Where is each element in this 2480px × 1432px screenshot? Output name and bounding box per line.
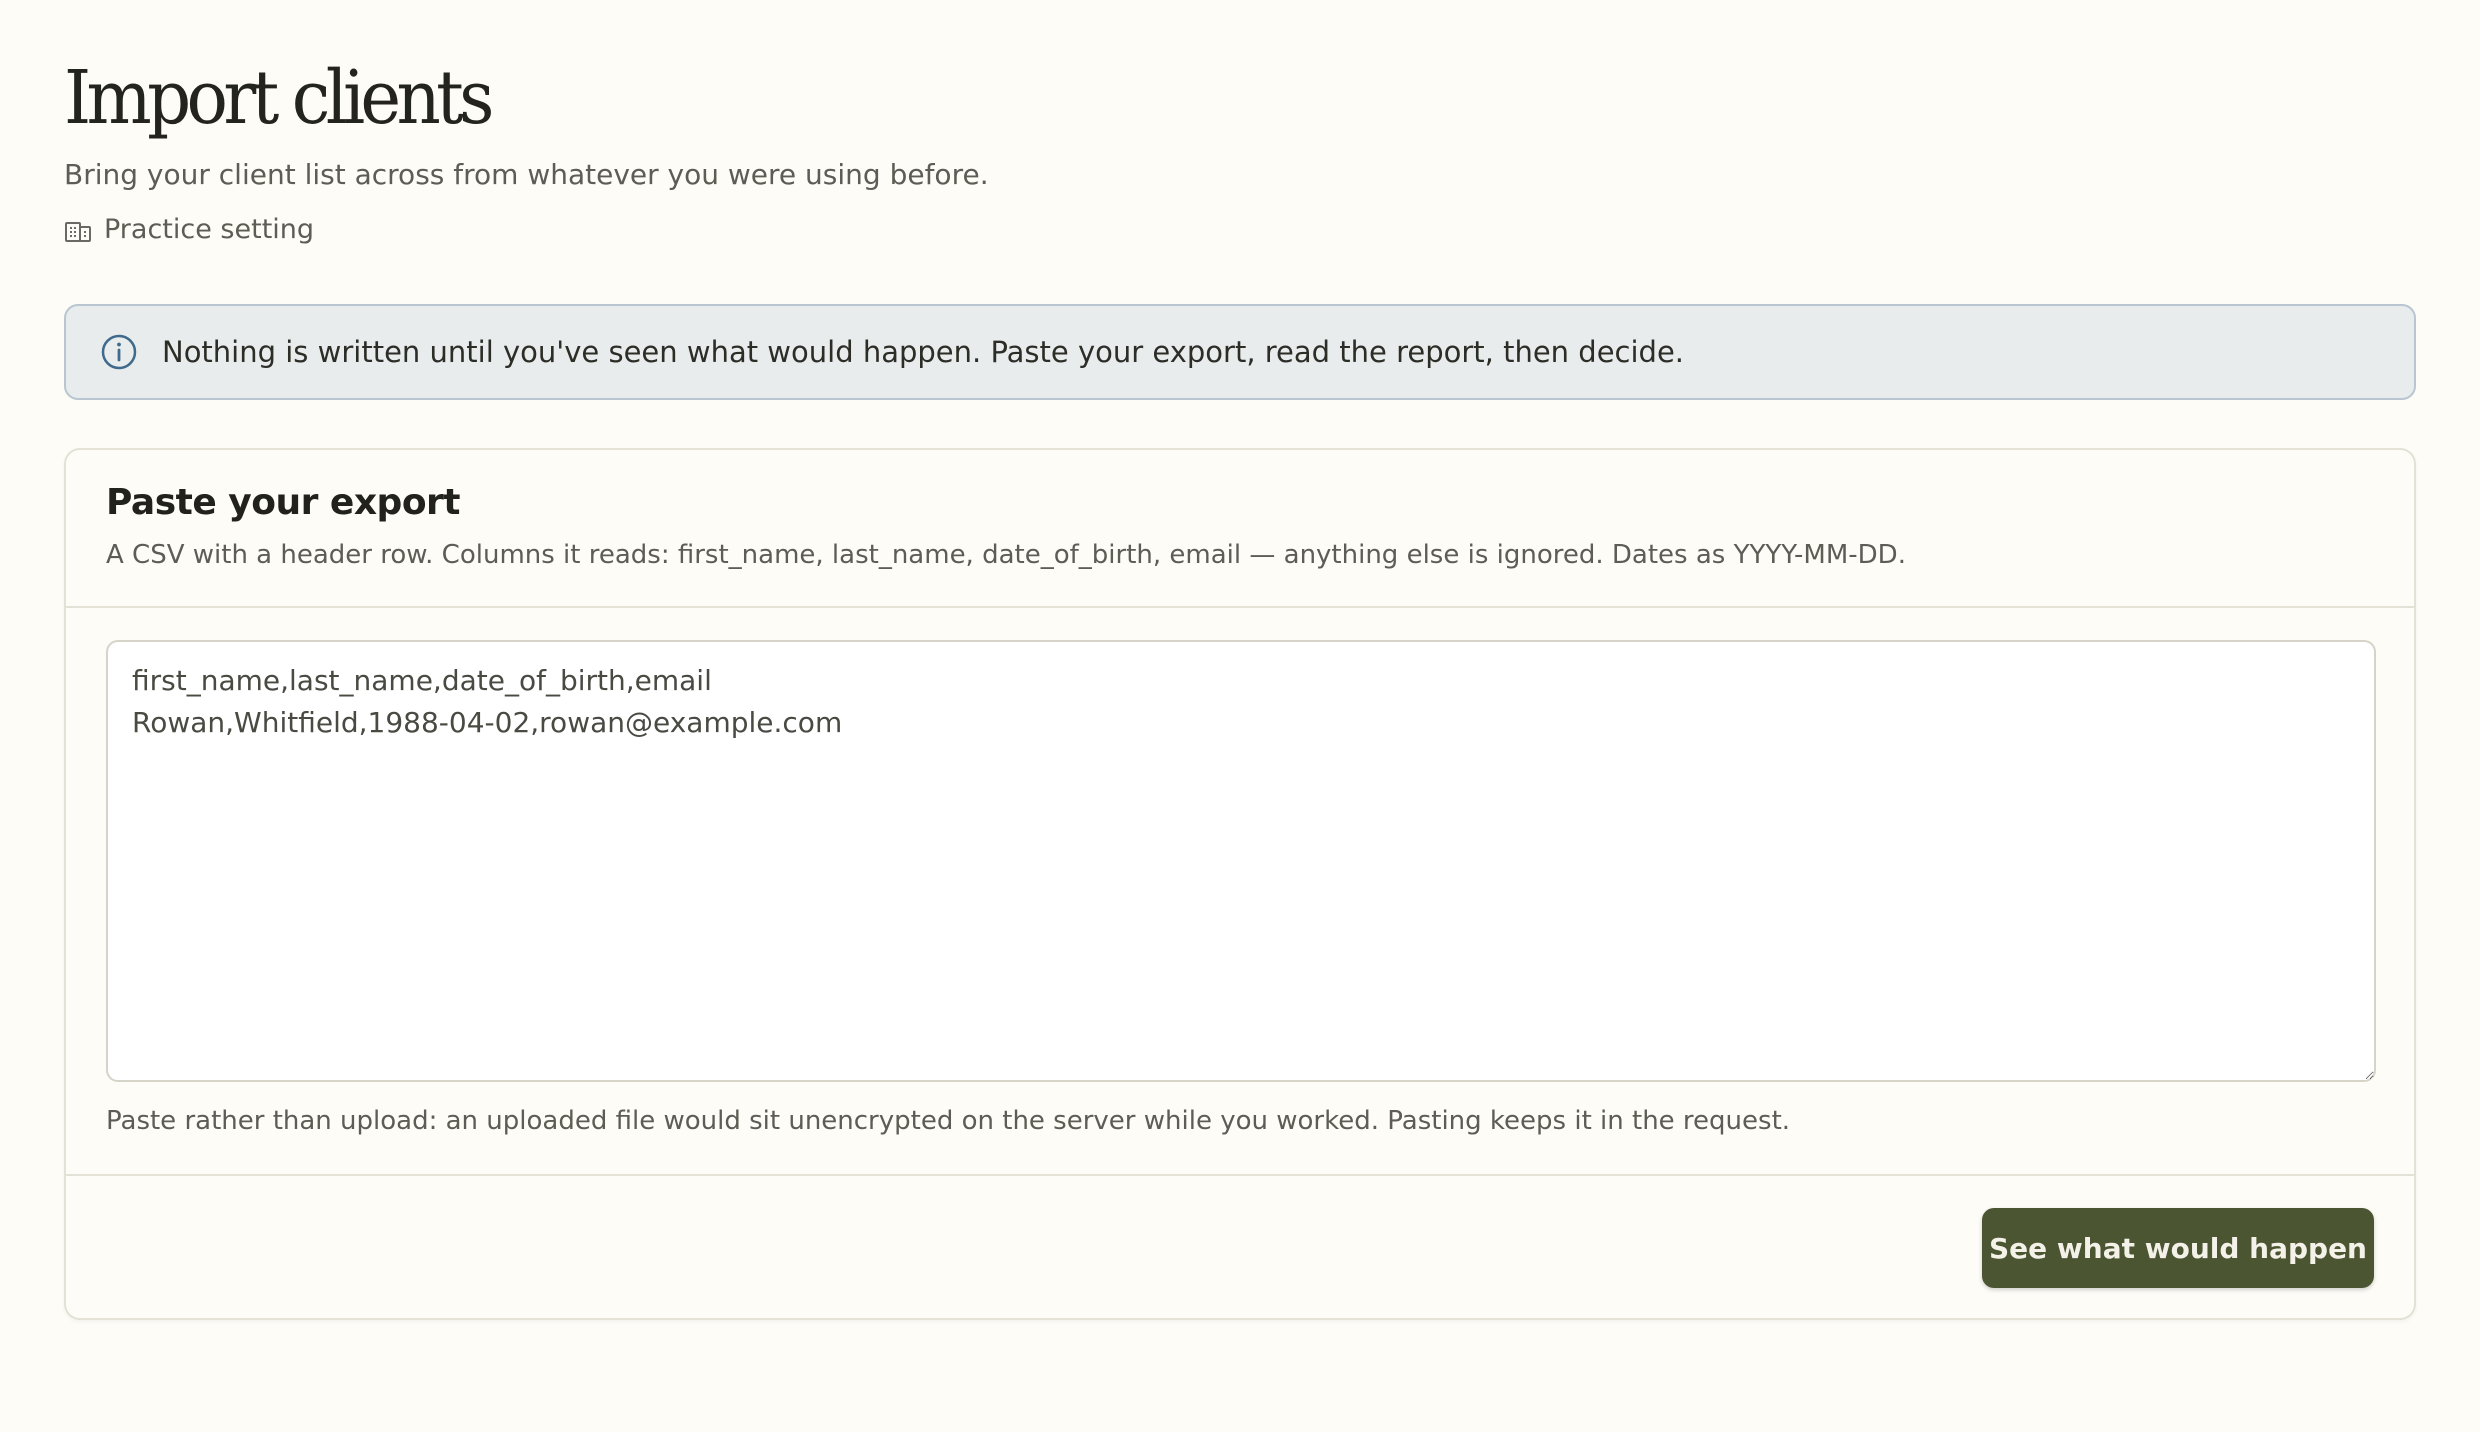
practice-setting-label: Practice setting	[104, 214, 315, 245]
paste-export-card: Paste your export A CSV with a header ro…	[64, 448, 2416, 1320]
paste-helper-text: Paste rather than upload: an uploaded fi…	[106, 1106, 1791, 1136]
info-banner: Nothing is written until you've seen wha…	[64, 304, 2416, 400]
card-description: A CSV with a header row. Columns it read…	[106, 540, 1906, 570]
csv-textarea[interactable]	[106, 640, 2376, 1082]
card-title: Paste your export	[106, 482, 461, 523]
info-icon	[101, 334, 137, 370]
card-footer: See what would happen	[66, 1174, 2414, 1322]
see-what-would-happen-button[interactable]: See what would happen	[1982, 1208, 2374, 1288]
card-header: Paste your export A CSV with a header ro…	[66, 450, 2414, 608]
info-banner-text: Nothing is written until you've seen wha…	[162, 335, 1685, 369]
practice-setting: Practice setting	[64, 214, 314, 245]
page-title: Import clients	[64, 55, 495, 141]
building-icon	[64, 217, 92, 243]
page-subtitle: Bring your client list across from whate…	[64, 158, 989, 191]
